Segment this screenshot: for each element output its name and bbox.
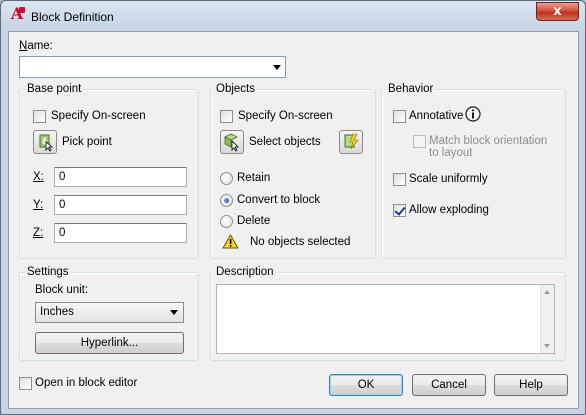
base-point-title: Base point bbox=[25, 83, 84, 95]
x-label: X: bbox=[33, 171, 44, 183]
retain-radio[interactable] bbox=[220, 172, 233, 185]
help-button[interactable]: Help bbox=[494, 374, 568, 396]
match-orientation-label-line2: to layout bbox=[429, 147, 473, 159]
objects-title: Objects bbox=[214, 83, 257, 95]
pick-point-icon bbox=[39, 134, 54, 152]
quick-select-button[interactable] bbox=[339, 130, 363, 154]
select-objects-label: Select objects bbox=[249, 136, 321, 148]
description-scrollbar[interactable] bbox=[540, 285, 554, 353]
pick-point-label: Pick point bbox=[62, 136, 112, 148]
z-label: Z: bbox=[33, 227, 44, 239]
y-label: Y: bbox=[33, 199, 44, 211]
delete-label: Delete bbox=[237, 215, 271, 227]
info-icon[interactable] bbox=[465, 106, 481, 122]
open-in-block-editor-checkbox[interactable] bbox=[19, 377, 32, 390]
warning-icon bbox=[222, 234, 239, 249]
block-unit-label: Block unit: bbox=[35, 284, 89, 296]
allow-exploding-checkbox[interactable] bbox=[393, 204, 406, 217]
scale-uniformly-label: Scale uniformly bbox=[409, 173, 488, 185]
match-orientation-checkbox[interactable] bbox=[413, 135, 426, 148]
annotative-label: Annotative bbox=[409, 110, 464, 122]
z-input[interactable]: 0 bbox=[54, 223, 187, 243]
chevron-down-icon[interactable] bbox=[170, 310, 178, 315]
autocad-icon: A bbox=[10, 4, 25, 23]
scroll-down-icon[interactable] bbox=[544, 344, 550, 348]
scale-uniformly-checkbox[interactable] bbox=[393, 173, 406, 186]
base-specify-onscreen-label: Specify On-screen bbox=[51, 110, 146, 122]
select-objects-icon bbox=[224, 133, 239, 152]
description-textarea[interactable] bbox=[216, 284, 555, 354]
objects-specify-onscreen-checkbox[interactable] bbox=[220, 110, 233, 123]
y-input[interactable]: 0 bbox=[54, 195, 187, 215]
ok-button[interactable]: OK bbox=[329, 374, 403, 396]
description-title: Description bbox=[214, 266, 276, 278]
settings-title: Settings bbox=[25, 266, 71, 278]
convert-to-block-radio[interactable] bbox=[220, 194, 233, 207]
match-orientation-label: Match block orientation to layout bbox=[429, 135, 547, 159]
objects-specify-onscreen-label: Specify On-screen bbox=[238, 110, 333, 122]
match-orientation-label-line1: Match block orientation bbox=[429, 135, 548, 147]
window-title: Block Definition bbox=[31, 10, 114, 24]
name-combobox[interactable] bbox=[19, 56, 286, 78]
annotative-checkbox[interactable] bbox=[393, 110, 406, 123]
title-bar[interactable]: A Block Definition x bbox=[1, 1, 585, 31]
name-label-rest: ame: bbox=[27, 40, 53, 52]
cancel-button[interactable]: Cancel bbox=[412, 374, 486, 396]
allow-exploding-label: Allow exploding bbox=[409, 204, 489, 216]
behavior-title: Behavior bbox=[386, 83, 436, 95]
delete-radio[interactable] bbox=[220, 215, 233, 228]
dialog-client-area: Name: Base point Specify On-screen Pick … bbox=[8, 31, 579, 409]
pick-point-button[interactable] bbox=[33, 130, 57, 154]
select-objects-button[interactable] bbox=[220, 130, 244, 154]
retain-label: Retain bbox=[237, 172, 271, 184]
close-button[interactable]: x bbox=[536, 2, 579, 21]
block-unit-select[interactable]: Inches bbox=[35, 302, 184, 323]
selection-status: No objects selected bbox=[250, 236, 351, 248]
block-definition-window: A Block Definition x Name: Base point Sp… bbox=[0, 0, 586, 415]
name-label: Name: bbox=[19, 40, 53, 52]
open-in-block-editor-label: Open in block editor bbox=[35, 377, 138, 389]
block-unit-value: Inches bbox=[40, 306, 74, 318]
chevron-down-icon[interactable] bbox=[273, 65, 281, 70]
convert-to-block-label: Convert to block bbox=[237, 194, 321, 206]
hyperlink-button[interactable]: Hyperlink... bbox=[35, 332, 184, 354]
x-input[interactable]: 0 bbox=[54, 167, 187, 187]
scroll-up-icon[interactable] bbox=[544, 290, 550, 294]
base-specify-onscreen-checkbox[interactable] bbox=[33, 110, 46, 123]
quick-select-icon bbox=[344, 133, 359, 150]
